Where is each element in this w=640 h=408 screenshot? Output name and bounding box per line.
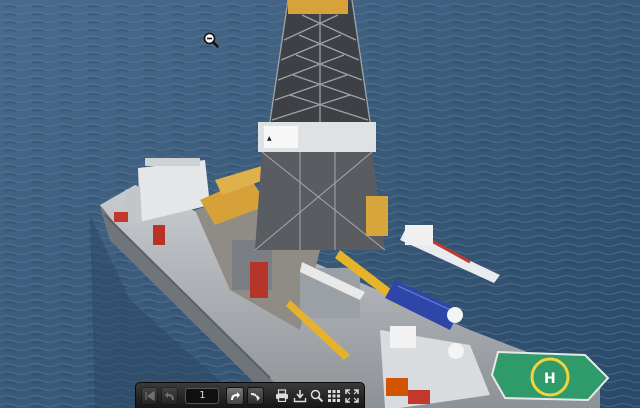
undo-button[interactable] bbox=[161, 386, 179, 405]
search-icon bbox=[310, 389, 324, 402]
page-number-input[interactable] bbox=[185, 387, 220, 404]
fullscreen-button[interactable] bbox=[345, 387, 359, 405]
svg-text:H: H bbox=[544, 371, 556, 387]
print-button[interactable] bbox=[275, 387, 289, 405]
drillship-photo: H ▲ bbox=[0, 0, 640, 408]
fullscreen-icon bbox=[345, 388, 359, 403]
next-page-button[interactable] bbox=[246, 386, 264, 405]
zoom-out-cursor-icon bbox=[203, 32, 219, 48]
thumbnails-button[interactable] bbox=[327, 387, 341, 405]
first-page-button[interactable] bbox=[141, 386, 159, 405]
grid-icon bbox=[328, 389, 341, 402]
redo-arrow-icon bbox=[231, 391, 241, 400]
first-page-icon bbox=[145, 390, 155, 401]
next-page-icon bbox=[251, 392, 261, 401]
viewer-toolbar bbox=[135, 382, 365, 408]
search-button[interactable] bbox=[310, 387, 324, 405]
printer-icon bbox=[276, 389, 289, 402]
svg-text:▲: ▲ bbox=[267, 135, 272, 142]
image-viewer: H ▲ bbox=[0, 0, 640, 408]
undo-arrow-icon bbox=[164, 391, 174, 400]
redo-button[interactable] bbox=[226, 386, 244, 405]
download-icon bbox=[293, 389, 306, 402]
download-button[interactable] bbox=[292, 387, 306, 405]
